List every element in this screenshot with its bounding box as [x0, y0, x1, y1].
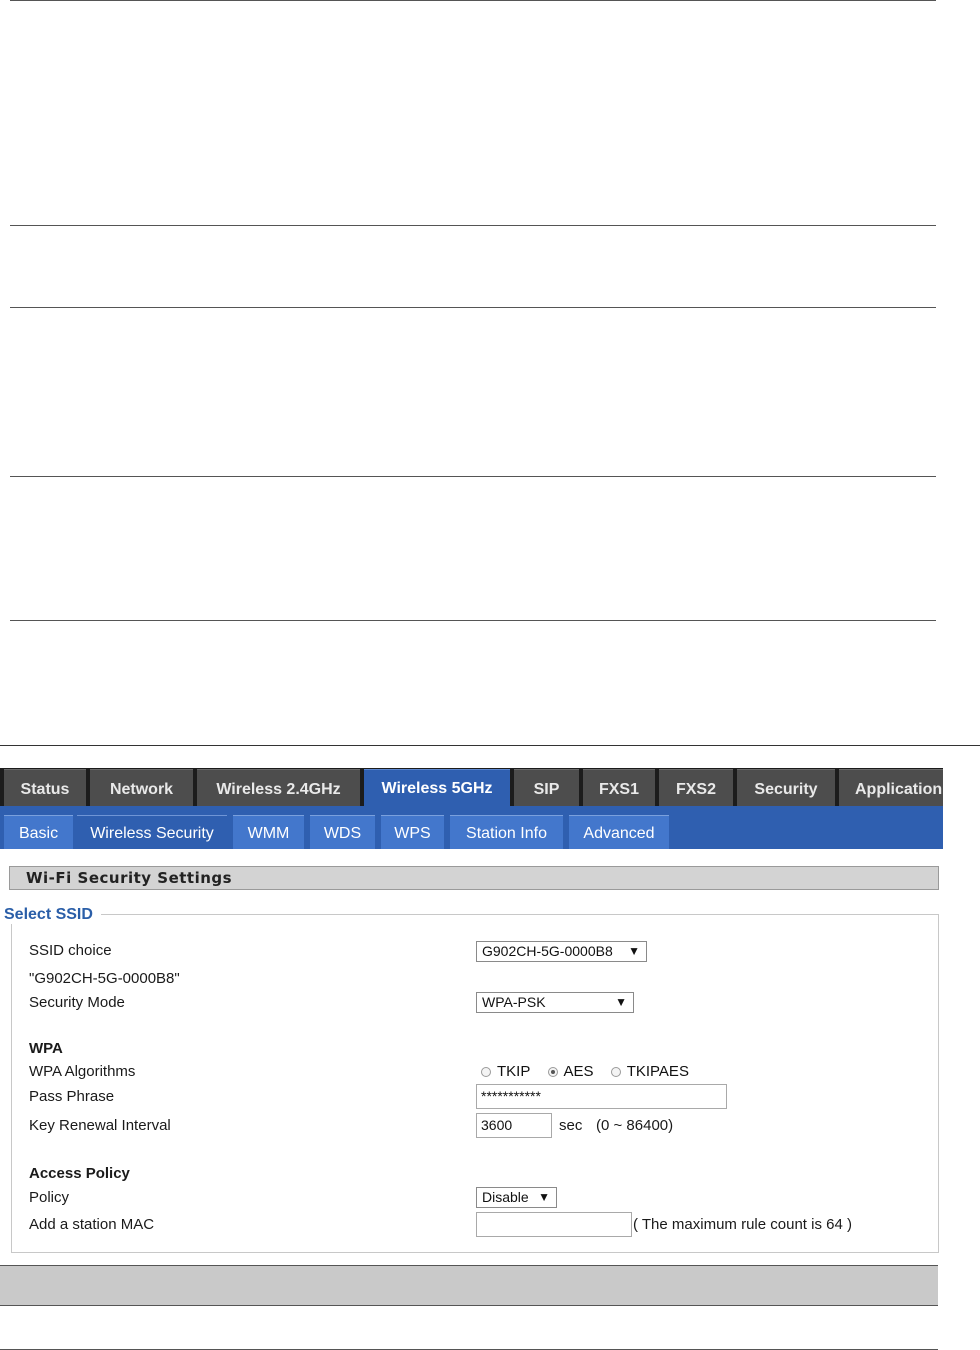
doc-rule-line [10, 0, 936, 1]
subtab-wmm[interactable]: WMM [233, 815, 304, 849]
table-header-bar [0, 1265, 938, 1306]
radio-tkip[interactable] [481, 1067, 491, 1077]
tab-application[interactable]: Application [839, 769, 943, 806]
dropdown-arrow-icon: ▼ [538, 1190, 550, 1204]
policy-value: Disable [482, 1189, 529, 1205]
security-mode-select[interactable]: WPA-PSK ▼ [476, 992, 634, 1013]
tab-wireless-5ghz[interactable]: Wireless 5GHz [364, 769, 510, 806]
radio-tkip-label: TKIP [497, 1063, 531, 1080]
wpa-algorithms-label: WPA Algorithms [29, 1063, 136, 1080]
subtab-station-info[interactable]: Station Info [450, 815, 563, 849]
pass-phrase-input[interactable]: *********** [476, 1084, 727, 1109]
ssid-quoted-name: "G902CH-5G-0000B8" [29, 970, 180, 987]
pass-phrase-label: Pass Phrase [29, 1088, 115, 1105]
tab-wireless-24ghz[interactable]: Wireless 2.4GHz [197, 769, 360, 806]
wpa-algorithms-radios: TKIP AES TKIPAES [481, 1063, 702, 1080]
wpa-heading: WPA [29, 1040, 63, 1057]
station-mac-note: ( The maximum rule count is 64 ) [633, 1216, 852, 1233]
doc-rule-line [10, 307, 936, 308]
station-mac-label: Add a station MAC [29, 1216, 155, 1233]
policy-label: Policy [29, 1189, 70, 1206]
doc-rule-line [10, 476, 936, 477]
tab-fxs1[interactable]: FXS1 [583, 769, 655, 806]
select-ssid-fieldset [11, 914, 939, 1253]
radio-aes-label: AES [563, 1063, 594, 1080]
select-ssid-legend: Select SSID [4, 906, 101, 924]
doc-separator [0, 745, 980, 746]
tab-sip[interactable]: SIP [514, 769, 579, 806]
tab-fxs2[interactable]: FXS2 [659, 769, 733, 806]
ssid-choice-select[interactable]: G902CH-5G-0000B8 ▼ [476, 941, 647, 962]
subtab-wps[interactable]: WPS [381, 815, 444, 849]
subtab-wds[interactable]: WDS [310, 815, 375, 849]
ssid-choice-value: G902CH-5G-0000B8 [482, 943, 613, 959]
doc-rule-line [10, 225, 936, 226]
radio-tkipaes[interactable] [610, 1067, 621, 1077]
radio-tkipaes-label: TKIPAES [626, 1063, 689, 1080]
tab-security[interactable]: Security [737, 769, 835, 806]
ssid-choice-label: SSID choice [29, 942, 112, 959]
key-renewal-input[interactable]: 3600 [476, 1113, 552, 1138]
subtab-wireless-security[interactable]: Wireless Security [77, 815, 227, 849]
dropdown-arrow-icon: ▼ [628, 944, 640, 958]
security-mode-label: Security Mode [29, 994, 125, 1011]
station-mac-input[interactable] [476, 1212, 632, 1237]
radio-aes[interactable] [547, 1067, 558, 1077]
tab-network[interactable]: Network [90, 769, 193, 806]
policy-select[interactable]: Disable ▼ [476, 1187, 557, 1208]
subtab-basic[interactable]: Basic [4, 815, 73, 849]
access-policy-heading: Access Policy [29, 1165, 130, 1182]
key-renewal-range: (0 ~ 86400) [596, 1117, 674, 1134]
subtab-advanced[interactable]: Advanced [569, 815, 669, 849]
security-mode-value: WPA-PSK [482, 994, 546, 1010]
section-title: Wi-Fi Security Settings [9, 866, 939, 890]
key-renewal-label: Key Renewal Interval [29, 1117, 171, 1134]
dropdown-arrow-icon: ▼ [615, 995, 627, 1009]
tab-status[interactable]: Status [4, 769, 86, 806]
doc-rule-line [10, 620, 936, 621]
key-renewal-unit: sec [559, 1117, 583, 1134]
